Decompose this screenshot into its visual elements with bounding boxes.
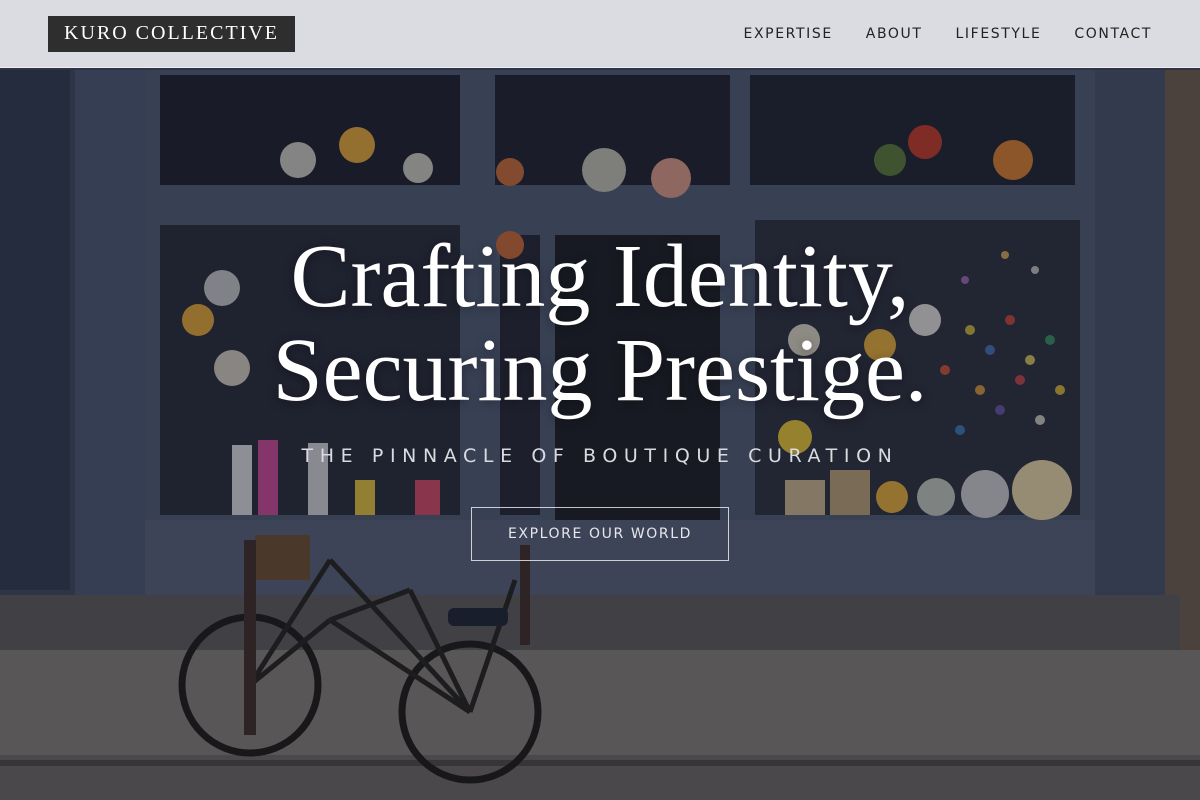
nav-link-about[interactable]: ABOUT [866, 26, 923, 42]
hero-headline-line-1: Crafting Identity, [290, 227, 910, 326]
nav-link-lifestyle[interactable]: LIFESTYLE [956, 26, 1042, 42]
site-header: KURO COLLECTIVE EXPERTISE ABOUT LIFESTYL… [0, 0, 1200, 68]
hero-headline: Crafting Identity, Securing Prestige. [0, 230, 1200, 418]
brand-logo[interactable]: KURO COLLECTIVE [48, 15, 295, 52]
hero-content: Crafting Identity, Securing Prestige. TH… [0, 230, 1200, 561]
main-nav: EXPERTISE ABOUT LIFESTYLE CONTACT [744, 26, 1152, 42]
hero-tagline: THE PINNACLE OF BOUTIQUE CURATION [301, 445, 899, 467]
explore-our-world-button[interactable]: EXPLORE OUR WORLD [471, 507, 729, 561]
nav-link-contact[interactable]: CONTACT [1074, 26, 1152, 42]
nav-link-expertise[interactable]: EXPERTISE [744, 26, 833, 42]
hero-headline-line-2: Securing Prestige. [272, 321, 928, 420]
